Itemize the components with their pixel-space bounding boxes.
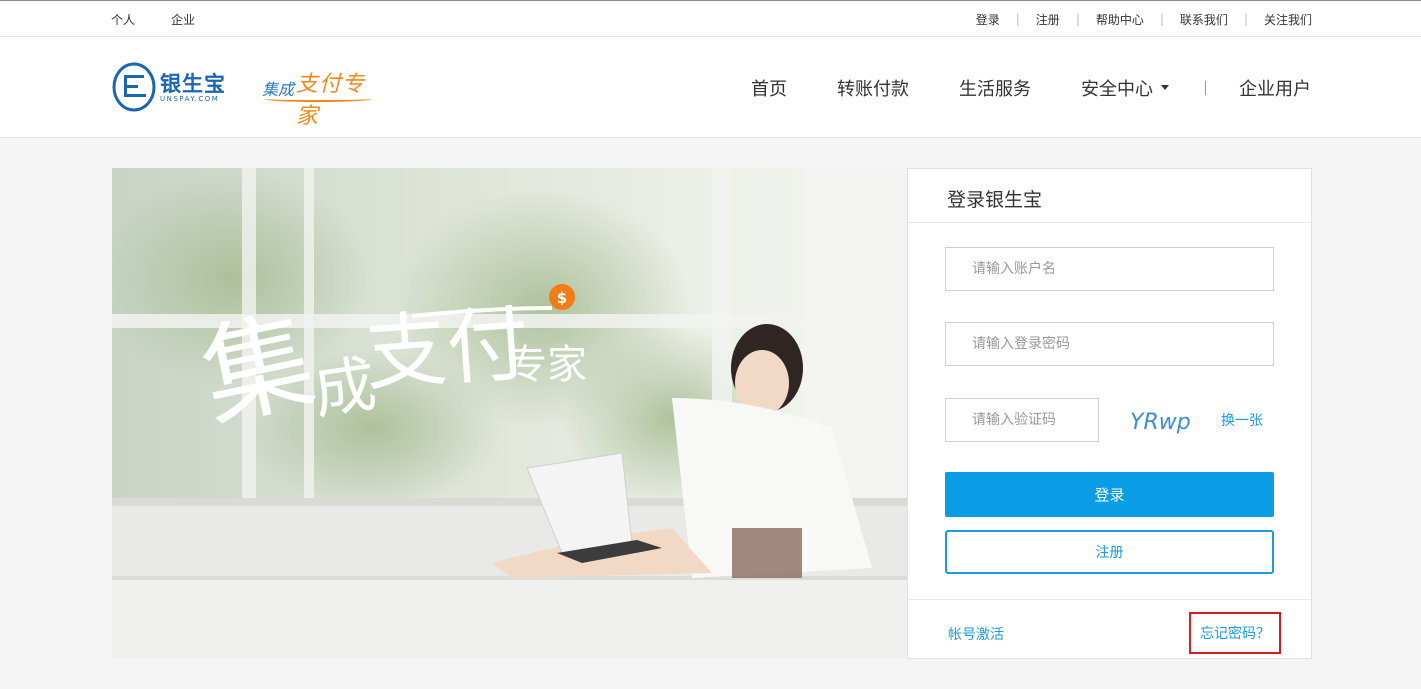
login-title: 登录银生宝 <box>947 189 1043 211</box>
forgot-password-link[interactable]: 忘记密码？ <box>1189 612 1281 654</box>
nav-enterprise-users[interactable]: 企业用户 <box>1239 75 1311 101</box>
register-button[interactable]: 注册 <box>945 530 1274 574</box>
site-logo[interactable]: 银生宝 UNSPAY.COM <box>112 62 237 112</box>
login-panel-header: 登录银生宝 <box>908 169 1311 223</box>
user-type-switch: 个人 企业 <box>111 1 231 37</box>
nav-life-services[interactable]: 生活服务 <box>959 75 1031 101</box>
nav-security-center[interactable]: 安全中心 <box>1081 75 1169 101</box>
coin-icon: $ <box>557 289 567 307</box>
nav-transfer-payment[interactable]: 转账付款 <box>837 75 909 101</box>
separator: | <box>1159 12 1164 26</box>
logo-mark-icon <box>112 62 156 112</box>
enterprise-link[interactable]: 企业 <box>171 11 195 28</box>
personal-link[interactable]: 个人 <box>111 11 135 28</box>
hero-banner: 集 成 支付 专家 $ <box>112 168 908 658</box>
separator: | <box>1243 12 1248 26</box>
caret-down-icon <box>1161 85 1169 90</box>
panel-divider <box>908 599 1311 600</box>
account-activate-link[interactable]: 帐号激活 <box>948 624 1004 644</box>
captcha-input[interactable] <box>945 398 1099 442</box>
slogan-underline <box>264 96 372 102</box>
top-login-link[interactable]: 登录 <box>976 11 1000 28</box>
main-nav: 首页 转账付款 生活服务 安全中心 企业用户 <box>751 37 1311 138</box>
contact-us-link[interactable]: 联系我们 <box>1180 11 1228 28</box>
top-links: 登录 | 注册 | 帮助中心 | 联系我们 | 关注我们 <box>976 1 1312 37</box>
logo-subtext: UNSPAY.COM <box>160 95 220 103</box>
banner-slogan-char4: 专家 <box>507 342 587 388</box>
password-input[interactable] <box>945 322 1274 366</box>
nav-home[interactable]: 首页 <box>751 75 787 101</box>
help-center-link[interactable]: 帮助中心 <box>1096 11 1144 28</box>
header-slogan: 集成 支付专家 <box>262 62 382 129</box>
forgot-password-label: 忘记密码？ <box>1200 626 1270 642</box>
separator: | <box>1075 12 1080 26</box>
logo-text: 银生宝 <box>160 72 226 96</box>
nav-security-center-label: 安全中心 <box>1081 78 1153 100</box>
follow-us-link[interactable]: 关注我们 <box>1264 11 1312 28</box>
site-header: 银生宝 UNSPAY.COM 集成 支付专家 首页 转账付款 生活服务 安全中心… <box>0 37 1421 138</box>
captcha-refresh-link[interactable]: 换一张 <box>1221 410 1263 430</box>
captcha-image[interactable]: YRwp <box>1128 407 1190 435</box>
nav-divider <box>1205 80 1206 95</box>
captcha-text: YRwp <box>1130 410 1190 435</box>
login-panel: 登录银生宝 YRwp 换一张 登录 注册 帐号激活 忘记密码？ <box>907 168 1312 659</box>
username-input[interactable] <box>945 247 1274 291</box>
top-register-link[interactable]: 注册 <box>1036 11 1060 28</box>
login-button[interactable]: 登录 <box>945 472 1274 517</box>
top-utility-bar: 个人 企业 登录 | 注册 | 帮助中心 | 联系我们 | 关注我们 <box>0 0 1421 37</box>
separator: | <box>1015 12 1020 26</box>
hero-banner-image: 集 成 支付 专家 $ <box>112 168 908 658</box>
